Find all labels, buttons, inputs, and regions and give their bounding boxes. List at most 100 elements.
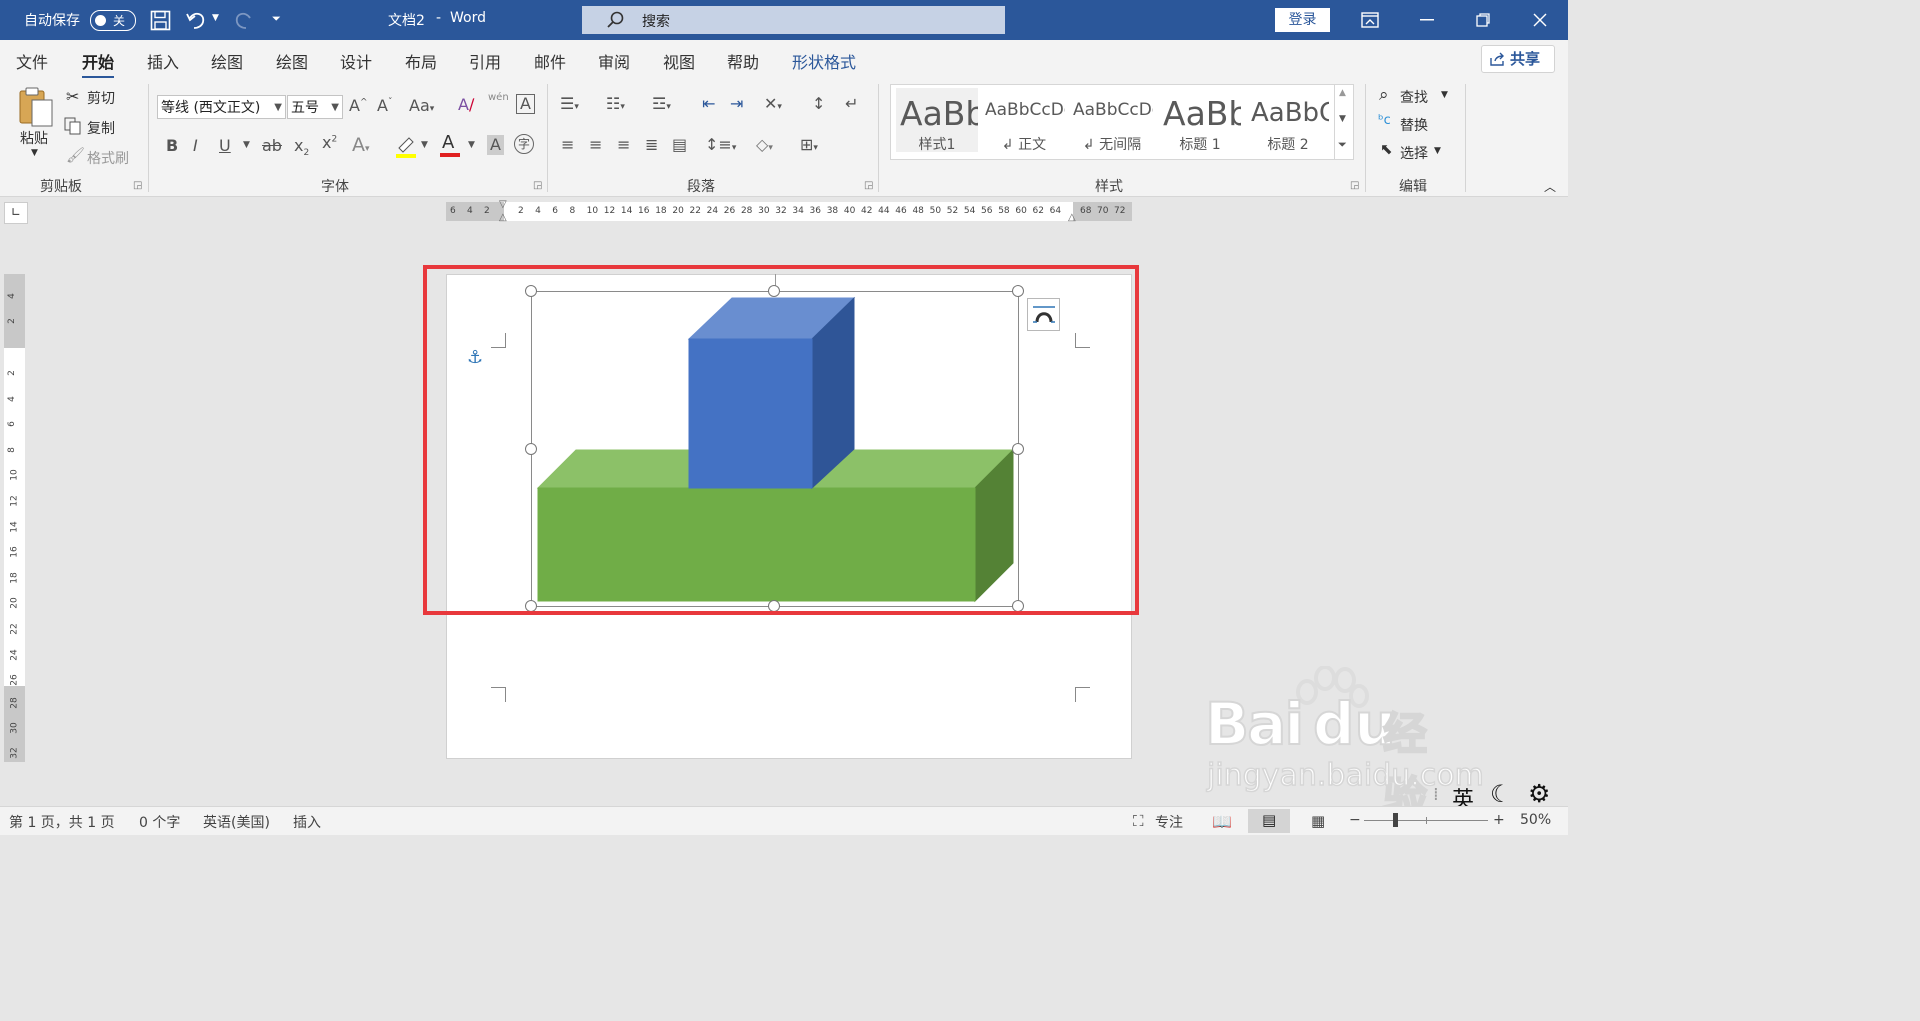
zoom-slider-thumb[interactable] [1393, 813, 1398, 827]
scroll-down-icon[interactable]: ▼ [1339, 114, 1346, 124]
moon-icon[interactable]: ☾ [1490, 780, 1512, 808]
shading-icon[interactable]: ◇▾ [756, 135, 773, 154]
insert-mode[interactable]: 插入 [293, 812, 321, 832]
justify-icon[interactable]: ≣ [645, 135, 658, 154]
align-center-icon[interactable]: ≡ [589, 135, 602, 154]
undo-dropdown-icon[interactable]: ▼ [212, 13, 219, 23]
chinese-layout-icon[interactable]: ✕▾ [764, 94, 782, 113]
focus-icon[interactable]: ⛶ [1133, 812, 1144, 830]
tab-selector[interactable]: ∟ [4, 202, 28, 224]
clipboard-launcher-icon[interactable]: ◲ [133, 180, 142, 191]
increase-indent-icon[interactable]: ⇥ [730, 94, 743, 113]
numbering-icon[interactable]: ☷▾ [606, 94, 625, 113]
zoom-in-icon[interactable]: + [1493, 812, 1505, 828]
style-item[interactable]: AaBb 样式1 [896, 88, 978, 153]
focus-label[interactable]: 专注 [1155, 812, 1183, 832]
multilevel-list-icon[interactable]: ☲▾ [652, 94, 671, 113]
chevron-down-icon[interactable]: ▼ [243, 140, 250, 150]
show-marks-icon[interactable]: ↵ [845, 94, 858, 113]
style-item[interactable]: AaBb 标题 1 [1159, 88, 1241, 153]
tab-review[interactable]: 审阅 [598, 49, 630, 73]
tab-view[interactable]: 视图 [663, 49, 695, 73]
scroll-up-icon[interactable]: ▲ [1339, 88, 1346, 98]
character-border-icon[interactable]: A [516, 94, 535, 114]
bold-icon[interactable]: B [166, 136, 178, 155]
find-label[interactable]: 查找 [1400, 87, 1428, 107]
collapse-ribbon-icon[interactable]: ︿ [1544, 178, 1556, 195]
highlighter-icon[interactable] [395, 134, 417, 158]
tab-help[interactable]: 帮助 [727, 49, 759, 73]
tab-file[interactable]: 文件 [16, 49, 48, 73]
underline-icon[interactable]: U [219, 136, 231, 155]
subscript-icon[interactable]: x2 [294, 136, 309, 158]
hanging-indent-marker[interactable]: △ [499, 212, 507, 223]
share-button[interactable]: 共享 [1481, 45, 1555, 73]
superscript-icon[interactable]: x2 [322, 133, 337, 152]
tab-layout[interactable]: 布局 [405, 49, 437, 73]
style-item[interactable]: AaBbCcDc ↲ 无间隔 [1071, 88, 1153, 153]
restore-icon[interactable] [1476, 13, 1490, 27]
styles-launcher-icon[interactable]: ◲ [1350, 180, 1359, 191]
tab-mailings[interactable]: 邮件 [534, 49, 566, 73]
horizontal-ruler[interactable]: 642 2 4 6 8 10 12 14 16 18 20 22 24 26 28 30 32 34 36 38 40… [446, 199, 1132, 223]
print-layout-button[interactable]: ▤ [1248, 809, 1290, 833]
grow-font-icon[interactable]: A^ [349, 96, 368, 115]
language-status[interactable]: 英语(美国) [203, 812, 270, 832]
font-launcher-icon[interactable]: ◲ [533, 180, 542, 191]
borders-icon[interactable]: ⊞▾ [800, 135, 818, 154]
ribbon-display-icon[interactable] [1361, 12, 1379, 28]
enclose-character-icon[interactable]: 字 [514, 134, 534, 154]
sort-icon[interactable]: ↕ [812, 94, 825, 113]
find-icon[interactable]: ⌕ [1379, 85, 1389, 105]
right-indent-marker[interactable]: △ [1068, 212, 1076, 223]
tab-design[interactable]: 设计 [340, 49, 372, 73]
copy-label[interactable]: 复制 [87, 118, 115, 138]
bullets-icon[interactable]: ☰▾ [560, 94, 579, 113]
italic-icon[interactable]: I [193, 136, 198, 155]
style-item[interactable]: AaBbCcDc ↲ 正文 [983, 88, 1065, 153]
style-item[interactable]: AaBbC 标题 2 [1247, 88, 1329, 153]
font-name-combo[interactable]: 等线 (西文正文) ▼ [157, 95, 286, 119]
gallery-more-icon[interactable]: ⏷ [1338, 138, 1347, 152]
first-line-indent-marker[interactable]: ▽ [499, 199, 507, 210]
chevron-down-icon[interactable]: ▼ [1434, 146, 1441, 156]
web-layout-icon[interactable]: ▦ [1311, 812, 1325, 830]
strikethrough-icon[interactable]: ab [262, 136, 282, 155]
page-count[interactable]: 第 1 页，共 1 页 [9, 812, 115, 832]
replace-icon[interactable]: ᵇc [1378, 113, 1391, 128]
tab-shape-format[interactable]: 形状格式 [792, 49, 856, 73]
search-box[interactable]: 搜索 [582, 6, 1005, 34]
tab-references[interactable]: 引用 [469, 49, 501, 73]
undo-icon[interactable] [185, 9, 209, 31]
select-label[interactable]: 选择 [1400, 143, 1428, 163]
tab-insert[interactable]: 插入 [147, 49, 179, 73]
cut-label[interactable]: 剪切 [87, 88, 115, 108]
read-mode-icon[interactable]: 📖 [1212, 812, 1232, 831]
decrease-indent-icon[interactable]: ⇤ [702, 94, 715, 113]
chevron-down-icon[interactable]: ▼ [421, 140, 428, 150]
close-icon[interactable] [1533, 13, 1547, 27]
save-icon[interactable] [150, 10, 171, 31]
tab-draw[interactable]: 绘图 [211, 49, 243, 73]
login-button[interactable]: 登录 [1275, 8, 1330, 32]
select-icon[interactable]: ⬉ [1380, 140, 1393, 158]
distributed-icon[interactable]: ▤ [672, 135, 687, 154]
customize-toolbar-icon[interactable]: ⏷ [272, 12, 281, 26]
autosave-toggle[interactable]: 关 [90, 10, 136, 31]
paste-dropdown-icon[interactable]: ▼ [31, 148, 38, 158]
minimize-icon[interactable] [1420, 19, 1434, 21]
paragraph-launcher-icon[interactable]: ◲ [864, 180, 873, 191]
zoom-level[interactable]: 50% [1520, 812, 1551, 828]
replace-label[interactable]: 替换 [1400, 115, 1428, 135]
zoom-out-icon[interactable]: − [1349, 812, 1361, 828]
chevron-down-icon[interactable]: ▼ [468, 140, 475, 150]
shrink-font-icon[interactable]: Aˇ [377, 96, 392, 115]
change-case-icon[interactable]: Aa▾ [409, 96, 434, 115]
tab-home[interactable]: 开始 [82, 49, 115, 79]
phonetic-guide-label[interactable]: wén [488, 92, 509, 103]
paste-icon[interactable] [17, 86, 55, 130]
tab-draw-2[interactable]: 绘图 [276, 49, 308, 73]
word-count[interactable]: 0 个字 [139, 812, 180, 832]
align-left-icon[interactable]: ≡ [561, 135, 574, 154]
copy-icon[interactable] [64, 117, 82, 135]
